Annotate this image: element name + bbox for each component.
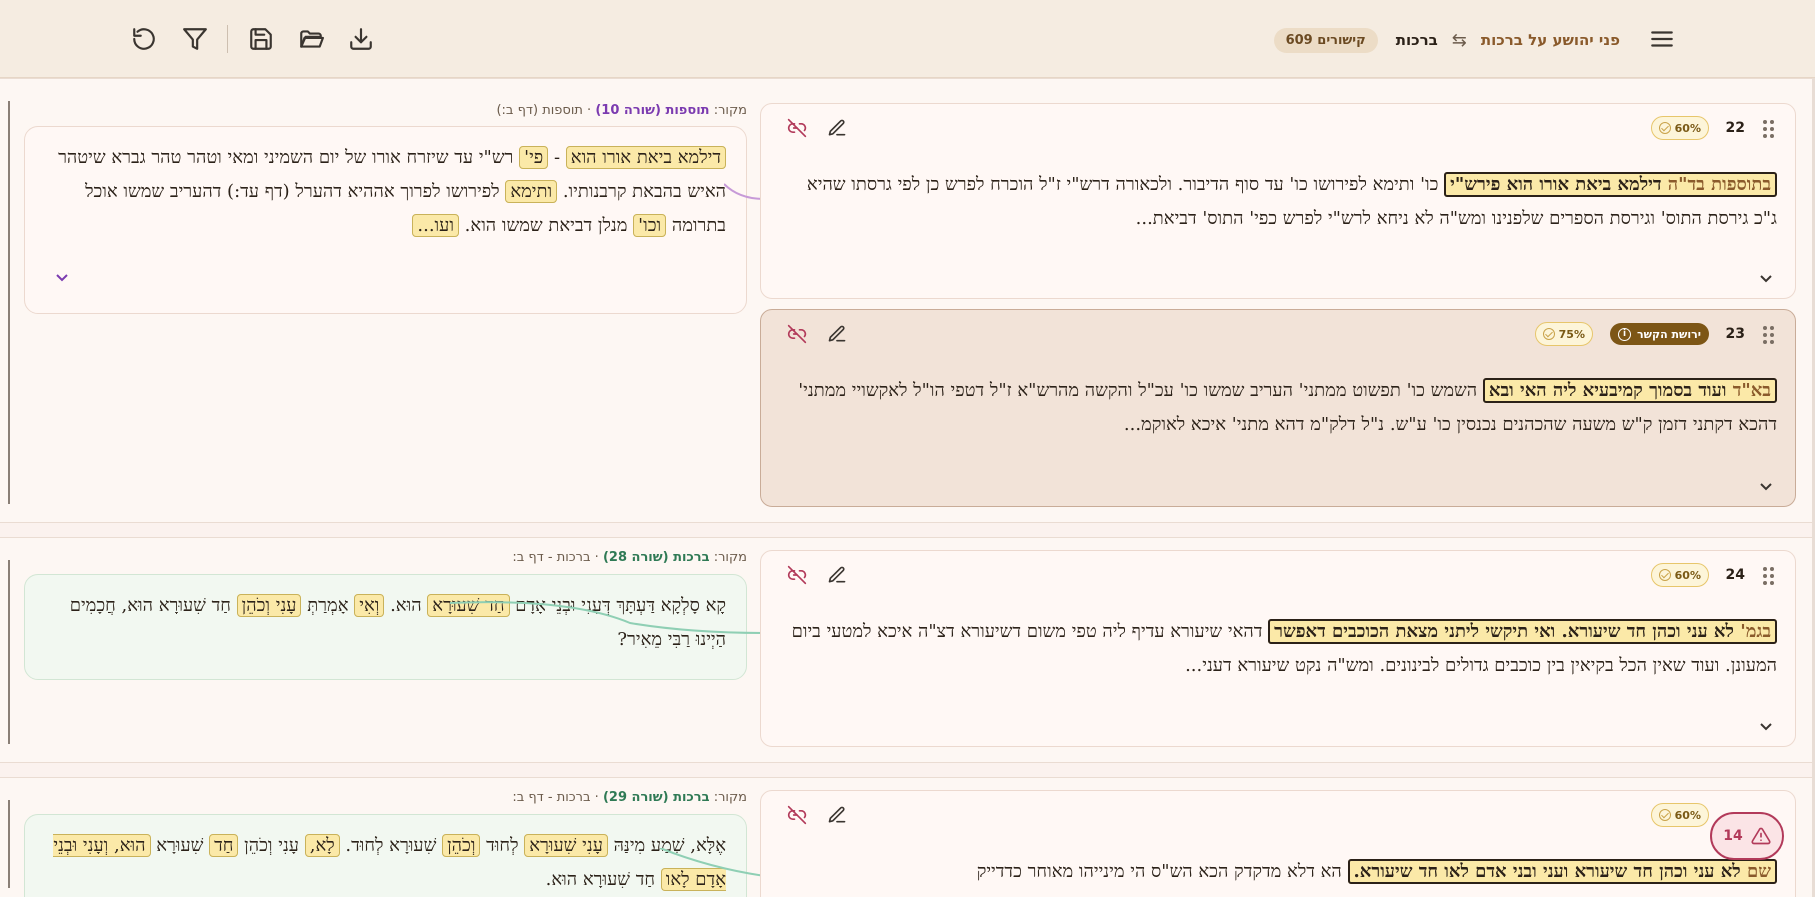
excerpt-text: אֶלָּא, שְׁמַע מִינַּהּ [607,835,726,856]
commentary-text: שם לא עני וכהן חד שיעורא ועני ובני אדם ל… [779,855,1777,889]
matched-word-tag[interactable]: דילמא ביאת אורו הוא [565,146,726,169]
page-title: פני יהושע על ברכות [1480,31,1620,49]
card-number: 23 [1725,326,1745,342]
source-label: מקור: ברכות (שורה 28) · ברכות - דף ב: [512,550,747,565]
excerpt-text: אָמְרַתְּ [301,595,355,616]
confidence-badge: 60% [1650,116,1709,140]
check-circle-icon [1658,122,1671,134]
filter-icon[interactable] [179,23,211,55]
header-title-group: פני יהושע על ברכות ⇆ ברכות 609 קישורים [1273,25,1620,55]
chevron-down-icon[interactable] [1759,718,1773,732]
save-icon[interactable] [245,23,277,55]
warning-triangle-icon [1751,827,1771,845]
group-divider [8,800,10,888]
warnings-button[interactable]: 14 [1710,812,1784,860]
matched-word-tag[interactable]: עָנִי שִׁעוּרָא [524,834,608,857]
edit-icon[interactable] [827,805,849,827]
toolbar-divider [227,25,228,53]
unlink-icon[interactable] [787,805,809,827]
confidence-badge: 60% [1650,563,1709,587]
connections-count-badge: 609 קישורים [1273,27,1378,53]
commentary-text: בתוספות בד"ה דילמא ביאת אורו הוא פירש"י … [806,172,1777,229]
connection-group: מקור: ברכות (שורה 28) · ברכות - דף ב: קָ… [0,537,1812,763]
source-excerpt: דילמא ביאת אורו הוא - פי' רש"י עד שיזרח … [43,141,726,243]
connection-group: מקור: ברכות (שורה 29) · ברכות - דף ב: אֶ… [0,777,1812,897]
chevron-down-icon[interactable] [55,269,69,283]
matched-word-tag[interactable]: עָנִי וְכֹהֵן [236,594,302,617]
commentary-card[interactable]: 60% שם לא עני וכהן חד שיעורא ועני ובני א… [760,790,1796,897]
matched-word-tag[interactable]: פי' [519,146,549,169]
matched-word-tag[interactable]: וְכֹהֵן [442,834,481,857]
matched-heading: בא"ד ועוד בסמוך קמיבעיא ליה האי ובא [1482,378,1777,403]
app-header: פני יהושע על ברכות ⇆ ברכות 609 קישורים [0,0,1815,78]
matched-word-tag[interactable]: וְאִי [354,594,385,617]
drag-handle-icon[interactable] [1763,567,1777,587]
excerpt-text: הוּא. [384,595,428,616]
excerpt-text: עָנִי וְכֹהֵן [238,835,305,856]
tractate-name: ברכות [1395,31,1438,49]
swap-icon[interactable]: ⇆ [1452,30,1467,51]
excerpt-text: שִׁעוּרָא [150,835,210,856]
matched-word-tag[interactable]: חַד [209,834,239,857]
excerpt-text: שִׁעוּרָא לְחוּד. [339,835,443,856]
edit-icon[interactable] [827,565,849,587]
drag-handle-icon[interactable] [1763,120,1777,140]
source-label: מקור: תוספות (שורה 10) · תוספות (דף ב:) [496,103,747,118]
check-circle-icon [1658,569,1671,581]
matched-heading: בתוספות בד"ה דילמא ביאת אורו הוא פירש"י [1444,172,1777,197]
matched-word-tag[interactable]: ועו... [412,214,459,237]
edit-icon[interactable] [827,324,849,346]
excerpt-text: חַד שִׁעוּרָא הוּא. [545,869,661,890]
commentary-card[interactable]: 23 i ירושת הקשר 75% בא"ד ועוד בסמוך קמיבע… [760,309,1796,507]
unlink-icon[interactable] [787,118,809,140]
group-divider [8,560,10,744]
source-excerpt: אֶלָּא, שְׁמַע מִינַּהּ עָנִי שִׁעוּרָא … [43,829,726,897]
warnings-count: 14 [1723,828,1743,844]
commentary-card[interactable]: 24 60% בגמ' לא עני וכהן חד שיעורא. ואי ת… [760,550,1796,747]
inherited-connection-badge: i ירושת הקשר [1610,323,1709,345]
check-circle-icon [1542,328,1555,340]
download-icon[interactable] [345,23,377,55]
card-number: 24 [1725,567,1745,583]
connection-group: מקור: תוספות (שורה 10) · תוספות (דף ב:) … [0,78,1812,523]
matched-heading: בגמ' לא עני וכהן חד שיעורא. ואי תיקשי לי… [1268,619,1777,644]
confidence-badge: 60% [1650,803,1709,827]
matched-word-tag[interactable]: ותימא [505,180,558,203]
menu-icon[interactable] [1646,23,1678,55]
unlink-icon[interactable] [787,324,809,346]
source-label: מקור: ברכות (שורה 29) · ברכות - דף ב: [512,790,747,805]
group-divider [8,101,10,504]
edit-icon[interactable] [827,118,849,140]
source-excerpt: קָא סָלְקָא דַּעְתָּךְ דְּעָנִי וּבְנֵי … [43,589,726,657]
source-excerpt-box: קָא סָלְקָא דַּעְתָּךְ דְּעָנִי וּבְנֵי … [24,574,747,680]
commentary-text: בא"ד ועוד בסמוך קמיבעיא ליה האי ובא השמש… [798,378,1777,435]
excerpt-text: מנלן דביאת שמשו הוא. [458,215,634,236]
excerpt-text: קָא סָלְקָא דַּעְתָּךְ דְּעָנִי וּבְנֵי … [509,595,726,616]
matched-word-tag[interactable]: חַד שִׁעוּרָא [427,594,510,617]
matched-word-tag[interactable]: וכו' [633,214,667,237]
excerpt-text: לְחוּד [480,835,525,856]
commentary-text: בגמ' לא עני וכהן חד שיעורא. ואי תיקשי לי… [791,619,1777,676]
card-number: 22 [1725,120,1745,136]
info-icon: i [1618,327,1632,341]
unlink-icon[interactable] [787,565,809,587]
matched-word-tag[interactable]: לָא, [304,834,340,857]
chevron-down-icon[interactable] [1759,478,1773,492]
drag-handle-icon[interactable] [1763,326,1777,346]
source-excerpt-box: אֶלָּא, שְׁמַע מִינַּהּ עָנִי שִׁעוּרָא … [24,814,747,897]
source-excerpt-box: דילמא ביאת אורו הוא - פי' רש"י עד שיזרח … [24,126,747,314]
refresh-icon[interactable] [128,23,160,55]
chevron-down-icon[interactable] [1759,270,1773,284]
confidence-badge: 75% [1534,322,1593,346]
excerpt-text: - [548,147,566,168]
check-circle-icon [1658,809,1671,821]
matched-heading: שם לא עני וכהן חד שיעורא ועני ובני אדם ל… [1347,859,1777,884]
commentary-card[interactable]: 22 60% בתוספות בד"ה דילמא ביאת אורו הוא … [760,103,1796,299]
folder-open-icon[interactable] [295,23,327,55]
